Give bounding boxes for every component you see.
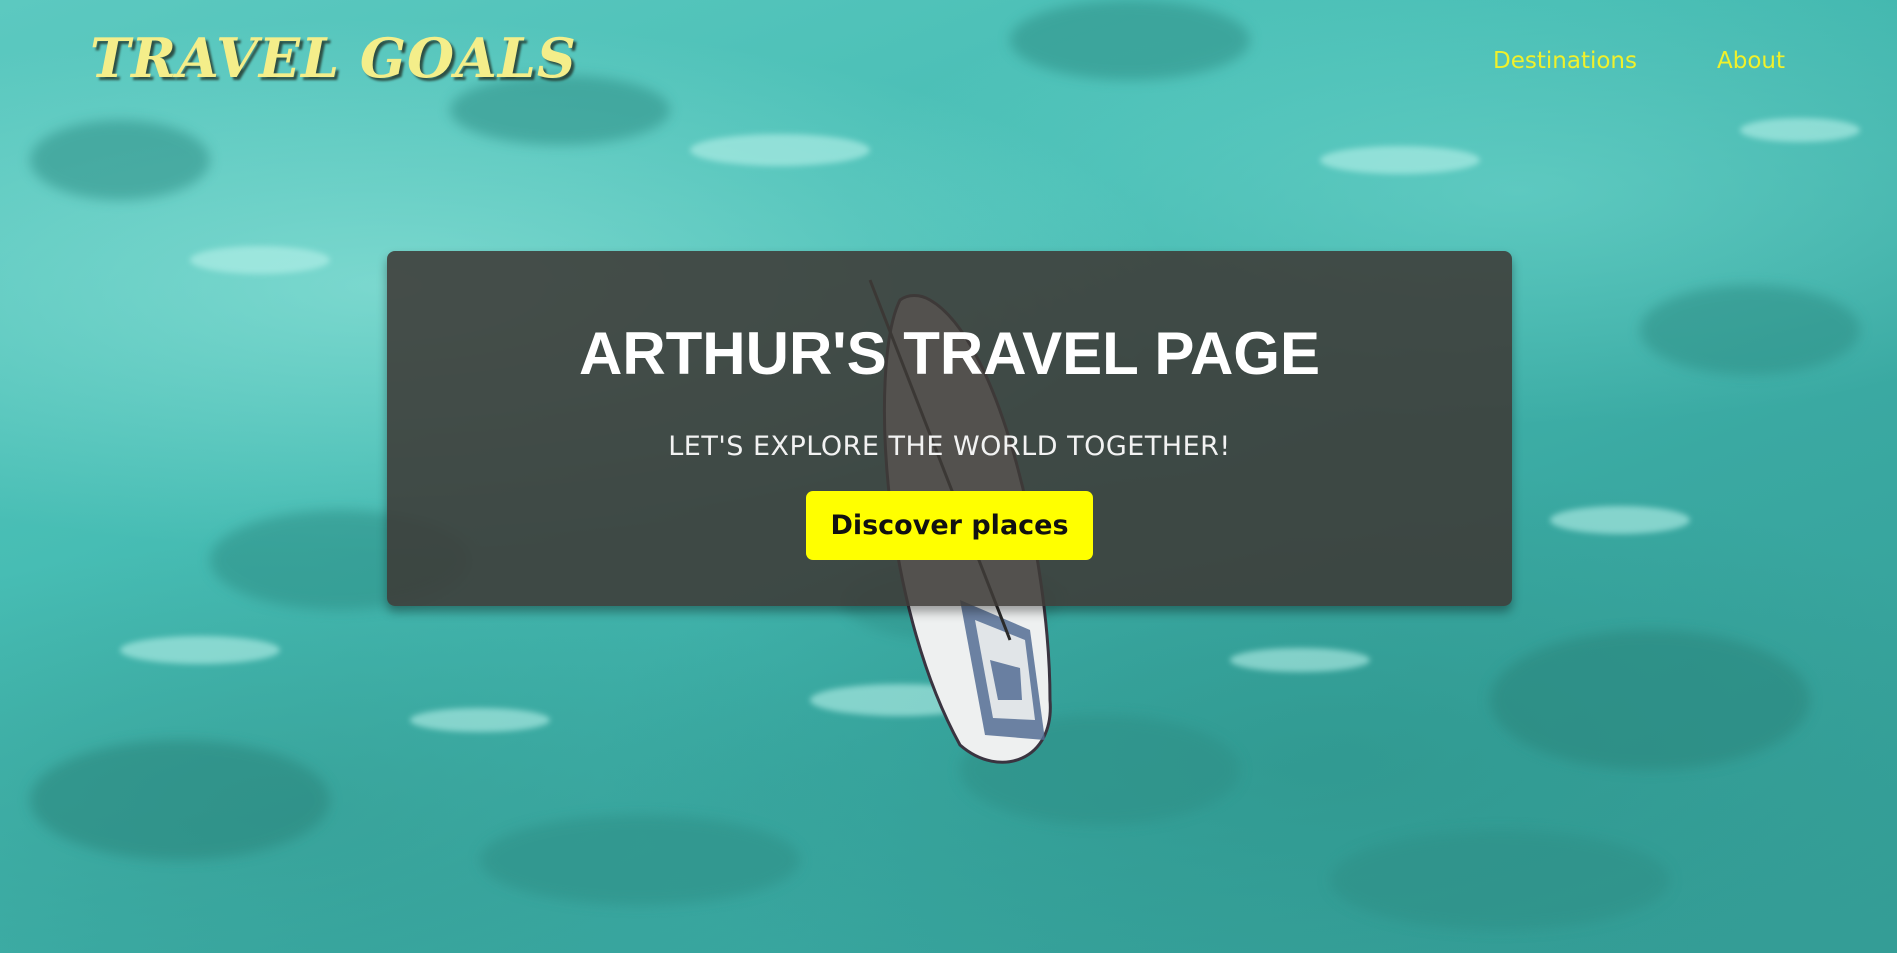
hero-panel: ARTHUR'S TRAVEL PAGE LET'S EXPLORE THE W… bbox=[387, 251, 1512, 606]
page-title: ARTHUR'S TRAVEL PAGE bbox=[579, 320, 1320, 387]
discover-places-button[interactable]: Discover places bbox=[806, 491, 1093, 560]
site-logo[interactable]: TRAVEL GOALS bbox=[90, 26, 577, 90]
nav-link-destinations[interactable]: Destinations bbox=[1493, 48, 1637, 74]
main-navigation: Destinations About bbox=[1493, 48, 1785, 74]
hero-tagline: LET'S EXPLORE THE WORLD TOGETHER! bbox=[668, 431, 1231, 462]
nav-link-about[interactable]: About bbox=[1717, 48, 1785, 74]
